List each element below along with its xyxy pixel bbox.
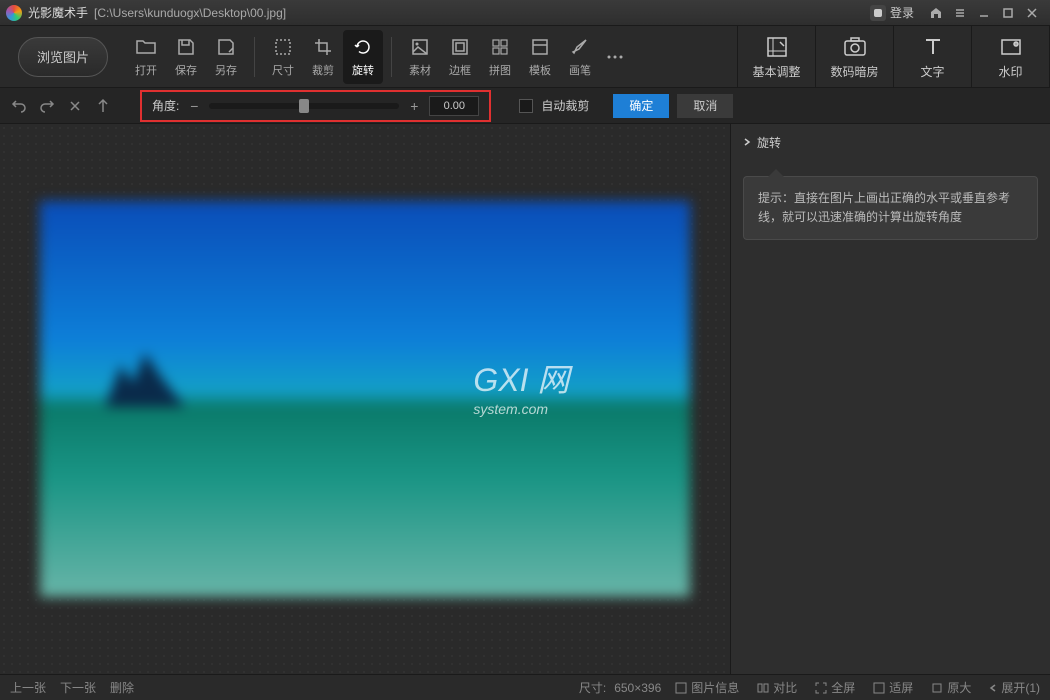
side-panel: 旋转 提示：直接在图片上画出正确的水平或垂直参考线，就可以迅速准确的计算出旋转角… — [730, 124, 1050, 674]
save-as-button[interactable]: 另存 — [206, 30, 246, 84]
expand-button[interactable]: 展开(1) — [989, 679, 1040, 696]
chevron-right-icon — [743, 138, 751, 146]
next-image-button[interactable]: 下一张 — [60, 679, 96, 696]
frame-icon — [449, 36, 471, 58]
tip-text: 提示：直接在图片上画出正确的水平或垂直参考线，就可以迅速准确的计算出旋转角度 — [758, 191, 1010, 224]
user-icon — [870, 5, 886, 21]
title-bar: 光影魔术手 [C:\Users\kunduogx\Desktop\00.jpg]… — [0, 0, 1050, 26]
history-controls — [10, 97, 112, 115]
angle-increase-button[interactable]: + — [407, 98, 421, 114]
brush-icon — [569, 36, 591, 58]
panel-title: 旋转 — [757, 134, 781, 151]
right-tools: 基本调整 数码暗房 文字 水印 — [737, 26, 1050, 87]
fullscreen-icon — [815, 682, 827, 694]
crop-button[interactable]: 裁剪 — [303, 30, 343, 84]
redo-button[interactable] — [38, 97, 56, 115]
compare-button[interactable]: 对比 — [757, 679, 797, 696]
app-title: 光影魔术手 — [28, 4, 88, 21]
compare-icon — [757, 682, 769, 694]
material-button[interactable]: 素材 — [400, 30, 440, 84]
image-preview[interactable] — [40, 201, 690, 597]
login-label: 登录 — [890, 4, 914, 21]
angle-control-highlight: 角度: − + — [140, 90, 491, 122]
slider-thumb[interactable] — [299, 99, 309, 113]
rotate-toolbar: 角度: − + 自动裁剪 确定 取消 — [0, 88, 1050, 124]
canvas-area[interactable]: GXI 网 system.com — [0, 124, 730, 674]
app-icon — [6, 5, 22, 21]
info-icon — [675, 682, 687, 694]
undo-button[interactable] — [10, 97, 28, 115]
tool-group-file: 打开 保存 另存 — [126, 26, 246, 87]
login-button[interactable]: 登录 — [870, 4, 914, 21]
size-info: 尺寸: 650×396 — [579, 679, 661, 696]
image-info-button[interactable]: 图片信息 — [675, 679, 739, 696]
watermark-icon — [999, 35, 1023, 59]
rotate-button[interactable]: 旋转 — [343, 30, 383, 84]
save-button[interactable]: 保存 — [166, 30, 206, 84]
text-button[interactable]: 文字 — [894, 26, 972, 88]
tip-box: 提示：直接在图片上画出正确的水平或垂直参考线，就可以迅速准确的计算出旋转角度 — [743, 176, 1038, 240]
folder-open-icon — [135, 36, 157, 58]
material-icon — [409, 36, 431, 58]
angle-slider[interactable] — [209, 103, 399, 109]
template-button[interactable]: 模板 — [520, 30, 560, 84]
confirm-button[interactable]: 确定 — [613, 94, 669, 118]
flip-vertical-button[interactable] — [94, 97, 112, 115]
cancel-button[interactable]: 取消 — [677, 94, 733, 118]
fit-screen-button[interactable]: 适屏 — [873, 679, 913, 696]
collage-icon — [489, 36, 511, 58]
crop-icon — [312, 36, 334, 58]
separator — [391, 37, 392, 77]
save-as-icon — [215, 36, 237, 58]
darkroom-button[interactable]: 数码暗房 — [816, 26, 894, 88]
basic-adjust-button[interactable]: 基本调整 — [738, 26, 816, 88]
frame-button[interactable]: 边框 — [440, 30, 480, 84]
browse-label: 浏览图片 — [37, 47, 89, 66]
auto-crop-label: 自动裁剪 — [541, 97, 589, 114]
watermark-button[interactable]: 水印 — [972, 26, 1050, 88]
prev-image-button[interactable]: 上一张 — [10, 679, 46, 696]
text-icon — [921, 35, 945, 59]
status-bar: 上一张 下一张 删除 尺寸: 650×396 图片信息 对比 全屏 适屏 原大 … — [0, 674, 1050, 700]
more-button[interactable] — [600, 30, 630, 84]
file-path: [C:\Users\kunduogx\Desktop\00.jpg] — [94, 6, 286, 20]
auto-crop-checkbox[interactable] — [519, 99, 533, 113]
browse-button[interactable]: 浏览图片 — [18, 37, 108, 77]
close-button[interactable] — [1020, 3, 1044, 23]
flip-horizontal-button[interactable] — [66, 97, 84, 115]
panel-header[interactable]: 旋转 — [731, 124, 1050, 160]
angle-decrease-button[interactable]: − — [187, 98, 201, 114]
maximize-button[interactable] — [996, 3, 1020, 23]
resize-icon — [272, 36, 294, 58]
home-button[interactable] — [924, 3, 948, 23]
main-toolbar: 浏览图片 打开 保存 另存 尺寸 裁剪 旋转 — [0, 26, 1050, 88]
original-size-button[interactable]: 原大 — [931, 679, 971, 696]
separator — [254, 37, 255, 77]
tool-group-resource: 素材 边框 拼图 模板 画笔 — [400, 26, 630, 87]
fullscreen-button[interactable]: 全屏 — [815, 679, 855, 696]
brush-button[interactable]: 画笔 — [560, 30, 600, 84]
content-area: GXI 网 system.com 旋转 提示：直接在图片上画出正确的水平或垂直参… — [0, 124, 1050, 674]
open-button[interactable]: 打开 — [126, 30, 166, 84]
original-icon — [931, 682, 943, 694]
minimize-button[interactable] — [972, 3, 996, 23]
template-icon — [529, 36, 551, 58]
fit-icon — [873, 682, 885, 694]
rotate-icon — [352, 36, 374, 58]
angle-input[interactable] — [429, 96, 479, 116]
angle-label: 角度: — [152, 97, 179, 114]
settings-button[interactable] — [948, 3, 972, 23]
more-icon — [604, 46, 626, 68]
collage-button[interactable]: 拼图 — [480, 30, 520, 84]
resize-button[interactable]: 尺寸 — [263, 30, 303, 84]
camera-icon — [843, 35, 867, 59]
tool-group-edit: 尺寸 裁剪 旋转 — [263, 26, 383, 87]
adjust-icon — [765, 35, 789, 59]
chevron-left-icon — [989, 684, 997, 692]
save-icon — [175, 36, 197, 58]
delete-button[interactable]: 删除 — [110, 679, 134, 696]
